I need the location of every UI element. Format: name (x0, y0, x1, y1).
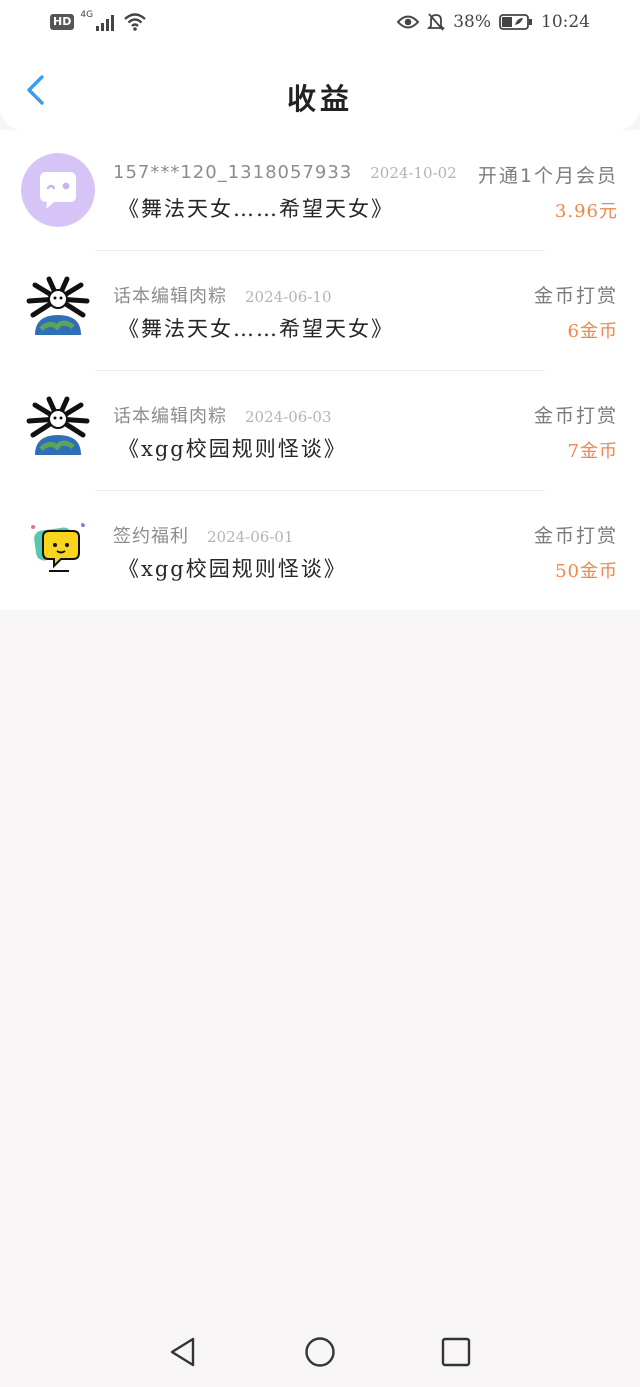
wifi-icon (124, 13, 146, 31)
home-circle-icon (305, 1337, 335, 1367)
work-title: 《xgg校园规则怪谈》 (118, 557, 347, 581)
signal-icon (96, 15, 115, 31)
user-name: 签约福利 (113, 526, 189, 547)
network-type: 4G (80, 10, 94, 20)
page-title: 收益 (286, 82, 353, 116)
user-avatar (21, 153, 95, 227)
user-name: 157***120_1318057933 (113, 162, 353, 183)
user-avatar (21, 393, 95, 467)
earnings-row[interactable]: 话本编辑肉粽 2024-06-03 《xgg校园规则怪谈》 金币打赏 7金币 (0, 370, 640, 490)
earth-creature-avatar-icon (21, 393, 95, 467)
chat-bubble-avatar-icon (21, 153, 95, 227)
eye-icon (397, 15, 420, 29)
status-left: HD 4G (50, 10, 147, 32)
earning-type: 金币打赏 (533, 525, 618, 547)
work-title: 《xgg校园规则怪谈》 (118, 437, 347, 461)
row-meta: 话本编辑肉粽 2024-06-10 (113, 282, 331, 308)
user-name: 话本编辑肉粽 (113, 286, 227, 307)
date: 2024-06-10 (245, 288, 332, 306)
work-title: 《舞法天女……希望天女》 (118, 197, 394, 221)
header: 收益 (0, 50, 640, 130)
user-name: 话本编辑肉粽 (113, 406, 227, 427)
earning-amount: 3.96元 (554, 201, 618, 222)
work-title: 《舞法天女……希望天女》 (118, 317, 394, 341)
clock: 10:24 (541, 12, 590, 32)
earnings-row[interactable]: 签约福利 2024-06-01 《xgg校园规则怪谈》 金币打赏 50金币 (0, 490, 640, 610)
recents-square-icon (441, 1337, 471, 1367)
back-triangle-icon (170, 1337, 195, 1367)
earth-creature-avatar-icon (21, 273, 95, 347)
hd-badge: HD (50, 14, 75, 30)
date: 2024-06-01 (207, 528, 294, 546)
status-bar: HD 4G 38% 10:24 (0, 0, 640, 50)
nav-home-button[interactable] (303, 1335, 337, 1369)
date: 2024-06-03 (245, 408, 332, 426)
system-nav-bar (0, 1317, 640, 1387)
row-meta: 话本编辑肉粽 2024-06-03 (113, 402, 331, 428)
status-right: 38% 10:24 (397, 12, 590, 32)
nav-back-button[interactable] (166, 1335, 200, 1369)
row-meta: 签约福利 2024-06-01 (113, 522, 293, 548)
battery-percent: 38% (453, 12, 491, 32)
earning-type: 金币打赏 (533, 405, 618, 427)
earnings-row[interactable]: 话本编辑肉粽 2024-06-10 《舞法天女……希望天女》 金币打赏 6金币 (0, 250, 640, 370)
earning-type: 开通1个月会员 (477, 165, 618, 187)
user-avatar (21, 513, 95, 587)
earnings-row[interactable]: 157***120_1318057933 2024-10-02 《舞法天女……希… (0, 130, 640, 250)
earning-amount: 50金币 (555, 561, 618, 582)
earnings-list: 157***120_1318057933 2024-10-02 《舞法天女……希… (0, 130, 640, 610)
row-meta: 157***120_1318057933 2024-10-02 (113, 162, 457, 183)
earning-amount: 6金币 (567, 321, 618, 342)
battery-icon (499, 14, 532, 30)
earning-type: 金币打赏 (533, 285, 618, 307)
yellow-chat-avatar-icon (21, 513, 95, 587)
date: 2024-10-02 (370, 164, 457, 182)
user-avatar (21, 273, 95, 347)
earning-amount: 7金币 (567, 441, 618, 462)
nav-recents-button[interactable] (439, 1335, 473, 1369)
bell-off-icon (427, 13, 446, 31)
